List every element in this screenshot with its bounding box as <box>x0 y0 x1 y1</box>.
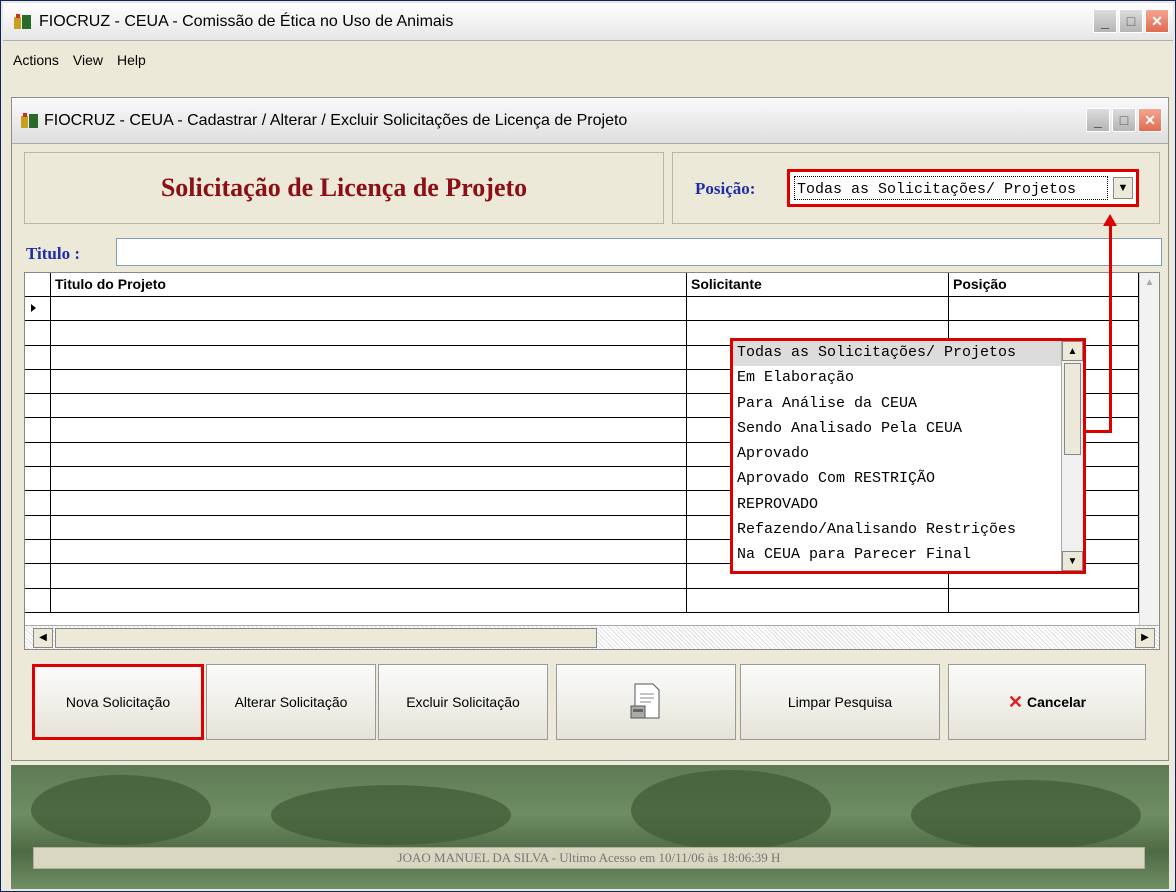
scroll-down-icon[interactable]: ▼ <box>1062 551 1083 571</box>
background-photo: JOAO MANUEL DA SILVA - Ultimo Acesso em … <box>11 765 1169 889</box>
action-button-bar: Nova Solicitação Alterar Solicitação Exc… <box>24 658 1160 750</box>
cancel-x-icon: ✕ <box>1007 691 1023 712</box>
photo-foliage <box>631 770 831 850</box>
limpar-pesquisa-label: Limpar Pesquisa <box>787 694 893 710</box>
scroll-right-icon[interactable]: ▶ <box>1135 628 1155 648</box>
dropdown-option[interactable]: Aprovado <box>733 442 1063 467</box>
main-window: FIOCRUZ - CEUA - Comissão de Ética no Us… <box>0 0 1176 892</box>
posicao-dropdown-list: Todas as Solicitações/ Projetos Em Elabo… <box>730 338 1086 574</box>
grid-header: Titulo do Projeto Solicitante Posição <box>25 273 1139 297</box>
dropdown-option[interactable]: Na CEUA para Parecer Final <box>733 543 1063 568</box>
dialog-minimize-button[interactable]: _ <box>1086 108 1110 132</box>
cancelar-button[interactable]: ✕ Cancelar <box>948 664 1146 740</box>
menu-help[interactable]: Help <box>117 52 146 68</box>
dialog-maximize-button[interactable]: □ <box>1112 108 1136 132</box>
dropdown-option[interactable]: Sendo Analisado Pela CEUA <box>733 417 1063 442</box>
posicao-panel: Posição: Todas as Solicitações/ Projetos… <box>672 152 1160 224</box>
dropdown-option[interactable]: Refazendo/Analisando Restrições <box>733 518 1063 543</box>
nova-solicitacao-button[interactable]: Nova Solicitação <box>32 664 204 740</box>
dropdown-option[interactable]: REPROVADO <box>733 493 1063 518</box>
excluir-solicitacao-label: Excluir Solicitação <box>406 694 520 710</box>
posicao-label: Posição: <box>695 179 756 198</box>
status-bar: JOAO MANUEL DA SILVA - Ultimo Acesso em … <box>33 847 1145 869</box>
horizontal-scroll-thumb[interactable] <box>55 628 597 648</box>
dialog-close-button[interactable]: ✕ <box>1138 108 1162 132</box>
callout-connector-horizontal <box>1086 430 1112 433</box>
callout-connector <box>1109 222 1112 432</box>
column-header-titulo[interactable]: Titulo do Projeto <box>51 273 687 296</box>
excluir-solicitacao-button[interactable]: Excluir Solicitação <box>378 664 548 740</box>
scroll-up-icon[interactable]: ▲ <box>1140 273 1159 293</box>
posicao-select[interactable]: Todas as Solicitações/ Projetos ▼ <box>787 169 1139 207</box>
dropdown-option[interactable]: Todas as Solicitações/ Projetos <box>733 341 1063 367</box>
scroll-up-icon[interactable]: ▲ <box>1062 341 1083 361</box>
dialog-window-controls: _ □ ✕ <box>1086 108 1162 132</box>
maximize-button[interactable]: □ <box>1119 9 1143 33</box>
grid-vertical-scrollbar[interactable]: ▲ <box>1139 273 1159 625</box>
dropdown-scrollbar[interactable]: ▲ ▼ <box>1061 341 1083 571</box>
main-window-controls: _ □ ✕ <box>1093 9 1169 33</box>
photo-foliage <box>31 775 211 845</box>
alterar-solicitacao-button[interactable]: Alterar Solicitação <box>206 664 376 740</box>
menu-view[interactable]: View <box>73 52 103 68</box>
menu-bar: Actions View Help <box>3 47 146 73</box>
row-pointer-icon <box>31 304 36 312</box>
photo-foliage <box>271 785 511 845</box>
table-row[interactable] <box>25 588 1139 613</box>
nova-solicitacao-label: Nova Solicitação <box>65 694 171 710</box>
dropdown-scroll-thumb[interactable] <box>1064 363 1081 455</box>
report-icon <box>630 683 660 719</box>
titulo-input[interactable] <box>116 238 1162 266</box>
dialog-app-icon <box>21 113 38 128</box>
scroll-left-icon[interactable]: ◀ <box>33 628 53 648</box>
photo-foliage <box>911 780 1141 850</box>
titulo-label: Titulo : <box>26 244 81 263</box>
main-title: FIOCRUZ - CEUA - Comissão de Ética no Us… <box>39 13 454 30</box>
table-row[interactable] <box>25 297 1139 322</box>
minimize-button[interactable]: _ <box>1093 9 1117 33</box>
close-button[interactable]: ✕ <box>1145 9 1169 33</box>
dialog-title-bar: FIOCRUZ - CEUA - Cadastrar / Alterar / E… <box>12 98 1168 144</box>
dialog-title: FIOCRUZ - CEUA - Cadastrar / Alterar / E… <box>44 112 628 129</box>
page-heading: Solicitação de Licença de Projeto <box>160 173 528 202</box>
dropdown-option[interactable]: Em Elaboração <box>733 366 1063 391</box>
chevron-down-icon[interactable]: ▼ <box>1113 177 1133 199</box>
main-title-bar: FIOCRUZ - CEUA - Comissão de Ética no Us… <box>3 3 1173 41</box>
cancelar-label: Cancelar <box>1026 694 1087 710</box>
heading-panel: Solicitação de Licença de Projeto <box>24 152 664 224</box>
dropdown-option[interactable]: Para Análise da CEUA <box>733 392 1063 417</box>
alterar-solicitacao-label: Alterar Solicitação <box>234 694 348 710</box>
app-icon <box>14 14 31 29</box>
licenca-dialog: FIOCRUZ - CEUA - Cadastrar / Alterar / E… <box>11 97 1169 761</box>
dropdown-option[interactable]: Aprovado Com RESTRIÇÃO <box>733 467 1063 492</box>
grid-indicator-header <box>25 273 51 296</box>
limpar-pesquisa-button[interactable]: Limpar Pesquisa <box>740 664 940 740</box>
posicao-select-value: Todas as Solicitações/ Projetos <box>794 176 1108 200</box>
menu-actions[interactable]: Actions <box>13 52 59 68</box>
column-header-solicitante[interactable]: Solicitante <box>687 273 949 296</box>
report-button[interactable] <box>556 664 736 740</box>
grid-horizontal-scrollbar[interactable]: ◀ ▶ <box>25 625 1159 649</box>
